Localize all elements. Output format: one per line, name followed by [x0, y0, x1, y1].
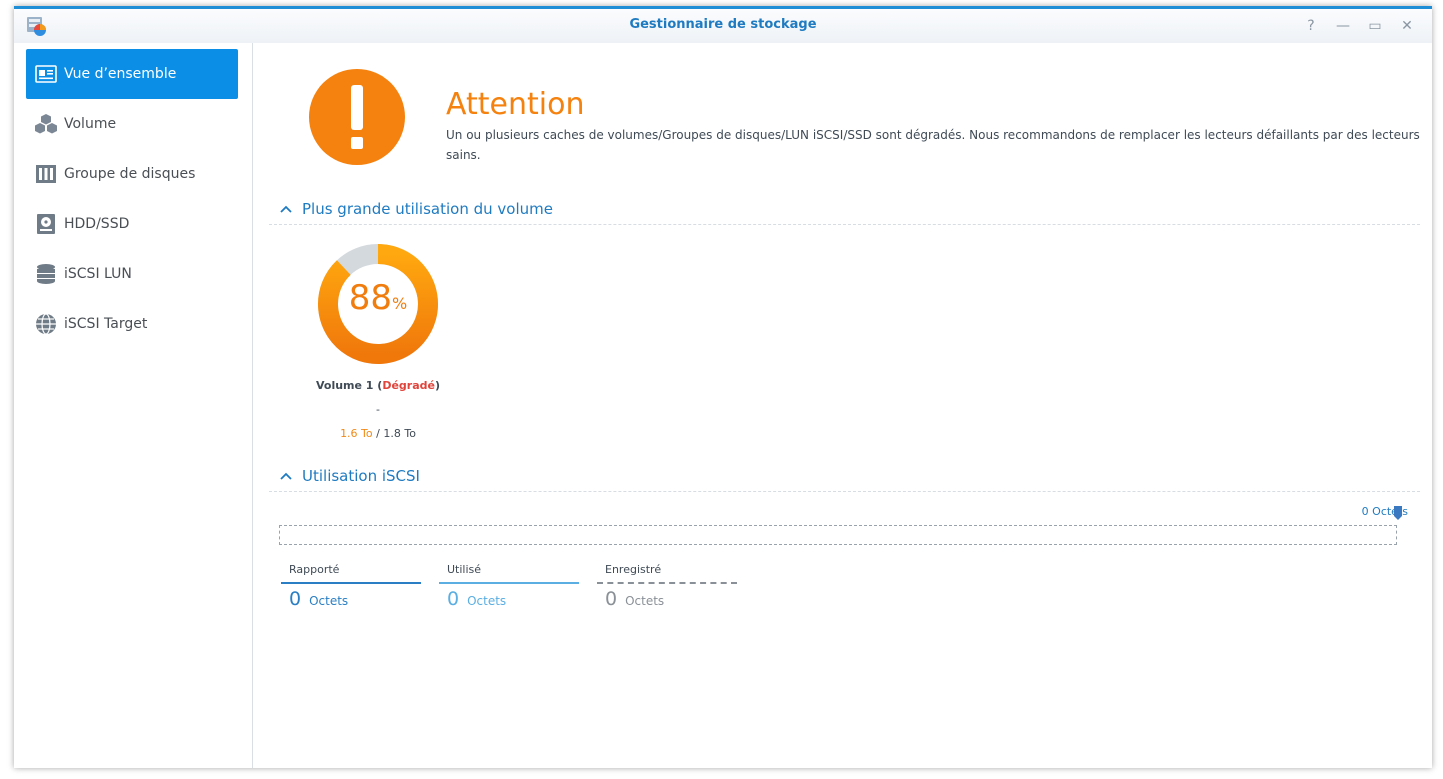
warning-icon — [309, 69, 405, 165]
storage-manager-window: Gestionnaire de stockage ? — ▭ ✕ Vue d’e… — [14, 6, 1432, 768]
sidebar: Vue d’ensemble Volume Groupe de disques … — [14, 43, 253, 768]
volume-usage-section-header[interactable]: Plus grande utilisation du volume — [269, 198, 1420, 225]
sidebar-item-iscsi-target[interactable]: iSCSI Target — [26, 299, 238, 349]
volume-status-degraded: Dégradé — [382, 379, 435, 392]
globe-icon — [34, 312, 58, 336]
bar-marker-icon — [1394, 506, 1402, 520]
usage-unit: % — [392, 294, 408, 313]
sidebar-item-hdd-ssd[interactable]: HDD/SSD — [26, 199, 238, 249]
volume-dash: - — [376, 403, 380, 416]
stat-used: Utilisé 0 Octets — [439, 563, 579, 610]
stat-unit: Octets — [467, 594, 507, 608]
close-button[interactable]: ✕ — [1398, 17, 1416, 35]
stat-value: 0 — [605, 588, 618, 610]
stat-unit: Octets — [625, 594, 665, 608]
stat-value: 0 — [447, 588, 460, 610]
iscsi-usage-bar — [279, 525, 1397, 545]
volume-size: 1.6 To / 1.8 To — [340, 427, 416, 440]
stat-unit: Octets — [309, 594, 349, 608]
hdd-icon — [34, 212, 58, 236]
usage-value: 88 — [348, 278, 393, 318]
sidebar-item-label: Vue d’ensemble — [64, 66, 177, 82]
sidebar-item-disk-group[interactable]: Groupe de disques — [26, 149, 238, 199]
chevron-up-icon — [280, 472, 292, 480]
help-button[interactable]: ? — [1302, 17, 1320, 35]
iscsi-usage-section-header[interactable]: Utilisation iSCSI — [269, 465, 1420, 492]
stat-label: Utilisé — [447, 563, 482, 576]
section-title: Plus grande utilisation du volume — [302, 200, 553, 218]
usage-percentage: 88% — [317, 278, 439, 318]
status-title: Attention — [446, 87, 585, 122]
stat-recorded: Enregistré 0 Octets — [597, 563, 737, 610]
sidebar-item-label: iSCSI LUN — [64, 266, 132, 282]
stat-reported: Rapporté 0 Octets — [281, 563, 421, 610]
sidebar-item-volume[interactable]: Volume — [26, 99, 238, 149]
volume-icon — [34, 112, 58, 136]
stat-label: Rapporté — [289, 563, 340, 576]
stat-value: 0 — [289, 588, 302, 610]
sidebar-item-label: HDD/SSD — [64, 216, 130, 232]
overview-icon — [34, 62, 58, 86]
minimize-button[interactable]: — — [1334, 17, 1352, 35]
title-bar[interactable]: Gestionnaire de stockage ? — ▭ ✕ — [14, 9, 1432, 43]
window-title: Gestionnaire de stockage — [629, 17, 817, 32]
sidebar-item-label: Groupe de disques — [64, 166, 196, 182]
sidebar-item-label: Volume — [64, 116, 117, 132]
overview-panel: Attention Un ou plusieurs caches de volu… — [253, 43, 1432, 768]
volume-used: 1.6 To — [340, 427, 373, 440]
sidebar-item-overview[interactable]: Vue d’ensemble — [26, 49, 238, 99]
chevron-up-icon — [280, 205, 292, 213]
disk-group-icon — [34, 162, 58, 186]
maximize-button[interactable]: ▭ — [1366, 17, 1384, 35]
volume-total: 1.8 To — [383, 427, 416, 440]
stat-label: Enregistré — [605, 563, 662, 576]
status-description: Un ou plusieurs caches de volumes/Groupe… — [446, 128, 1420, 162]
sidebar-item-label: iSCSI Target — [64, 316, 148, 332]
volume-name: Volume 1 (Dégradé) — [315, 379, 441, 392]
database-icon — [34, 262, 58, 286]
section-title: Utilisation iSCSI — [302, 467, 420, 485]
sidebar-item-iscsi-lun[interactable]: iSCSI LUN — [26, 249, 238, 299]
